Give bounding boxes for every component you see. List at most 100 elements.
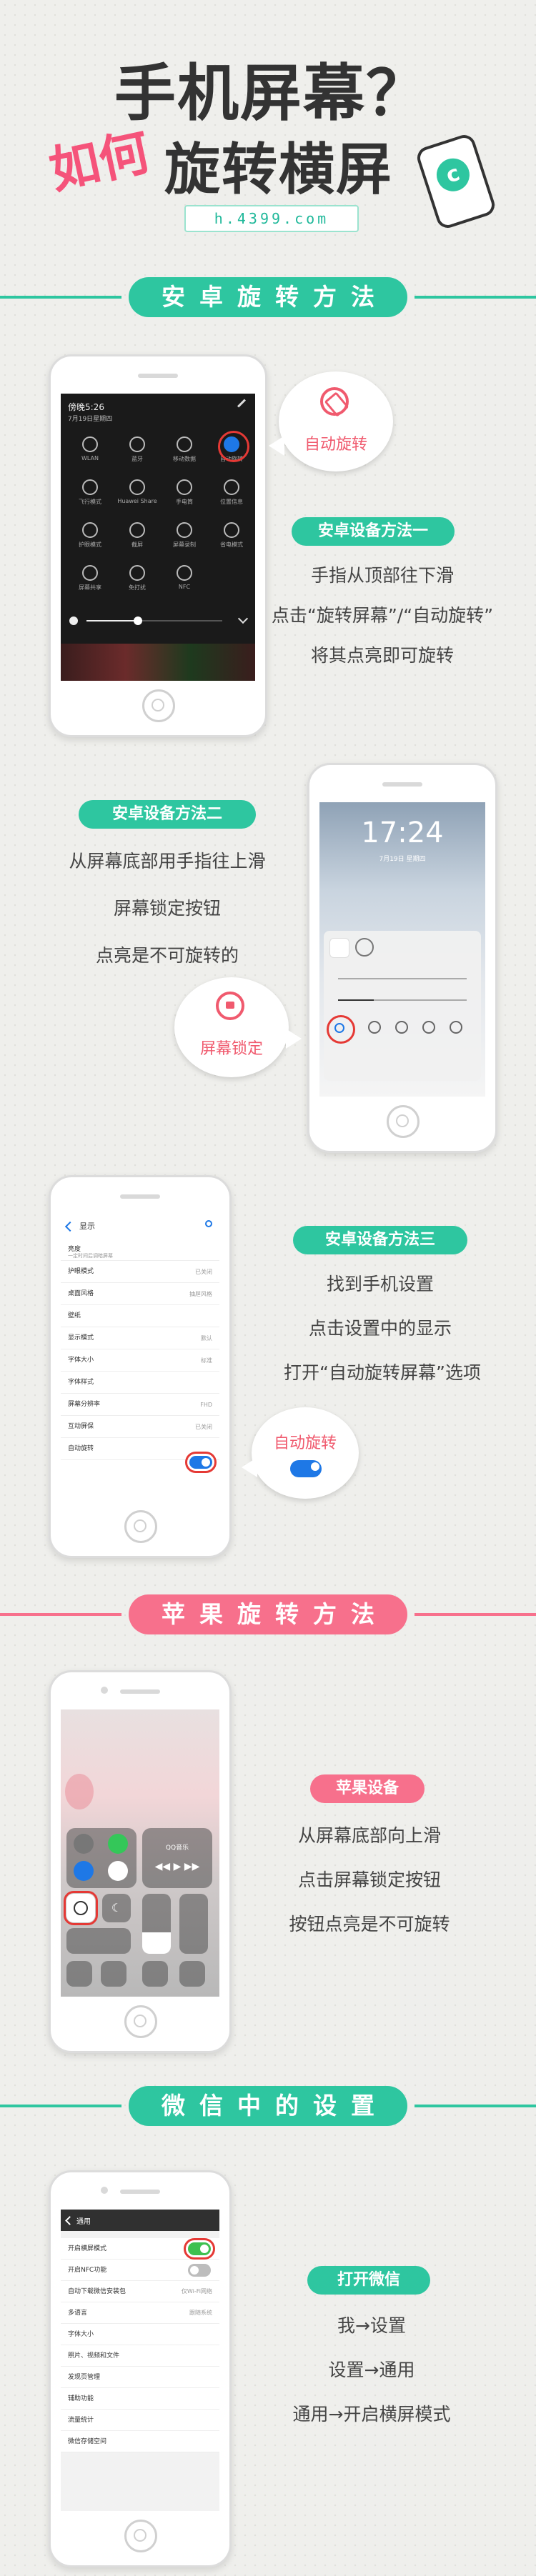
tile-icon [224, 522, 239, 538]
edit-icon[interactable] [237, 399, 247, 408]
tile-label: 蓝牙 [131, 456, 143, 462]
quick-tile[interactable]: 手电筒 [159, 479, 209, 506]
settings-row[interactable]: 自动下载微信安装包 仅Wi-Fi网络 [61, 2281, 219, 2302]
rotate-icon [320, 387, 349, 417]
back-arrow-icon[interactable] [65, 2216, 74, 2225]
tile-label: 位置信息 [220, 499, 243, 505]
airplane-icon[interactable] [74, 1834, 94, 1854]
quick-tile[interactable]: Huawei Share [112, 479, 162, 504]
screen-lock-button[interactable] [327, 1015, 355, 1044]
settings-row[interactable]: 辅助功能 [61, 2388, 219, 2410]
settings-row-label: 辅助功能 [68, 2395, 94, 2402]
auto-rotate-label: 自动旋转 [304, 436, 367, 454]
android1-label: 安卓设备方法一 [292, 517, 455, 546]
bluetooth-icon[interactable] [108, 1861, 128, 1881]
landscape-mode-toggle[interactable] [184, 2238, 215, 2260]
settings-icon[interactable] [355, 938, 374, 957]
bubble-tail [242, 1457, 257, 1477]
music-title: QQ音乐 [165, 1844, 189, 1852]
panel-tile-2[interactable] [368, 1021, 381, 1034]
settings-row[interactable]: 互动屏保 已关闭 [61, 1416, 219, 1438]
calculator-icon[interactable] [142, 1961, 168, 1987]
settings-row[interactable]: 字体大小 [61, 2324, 219, 2345]
panel-tile-4[interactable] [422, 1021, 435, 1034]
home-button[interactable] [124, 2005, 157, 2038]
settings-row[interactable]: 流量统计 [61, 2410, 219, 2431]
home-button[interactable] [387, 1105, 420, 1138]
settings-row-label: 字体大小 [68, 1357, 94, 1364]
quick-tile[interactable]: 移动数据 [159, 436, 209, 463]
section-line-right [415, 2105, 536, 2107]
wifi-icon[interactable] [74, 1861, 94, 1881]
timer-icon[interactable] [101, 1961, 126, 1987]
volume-slider[interactable] [179, 1894, 208, 1954]
back-arrow-icon[interactable] [64, 1221, 76, 1232]
quick-tile[interactable]: 飞行模式 [65, 479, 115, 506]
apple-step3: 按钮点亮是不可旋转 [289, 1914, 450, 1935]
bubble-tail [269, 436, 284, 456]
cellular-icon[interactable] [108, 1834, 128, 1854]
nfc-toggle[interactable] [188, 2264, 211, 2277]
quick-tile[interactable]: 护眼模式 [65, 522, 115, 549]
quick-tile[interactable]: 屏幕录制 [159, 522, 209, 549]
home-button[interactable] [124, 2520, 157, 2552]
settings-row[interactable]: 字体大小 标准 [61, 1349, 219, 1372]
screen-mirroring-button[interactable] [66, 1928, 131, 1954]
android3-auto-rotate-bubble: 自动旋转 [252, 1407, 359, 1499]
settings-row[interactable]: 照片、视频和文件 [61, 2345, 219, 2367]
home-button[interactable] [142, 689, 175, 722]
panel-slider[interactable] [338, 978, 467, 979]
panel-slider-2[interactable] [338, 999, 467, 1001]
wechat-label: 打开微信 [307, 2266, 430, 2295]
settings-row[interactable]: 屏幕分辨率 FHD [61, 1394, 219, 1416]
quick-tile[interactable]: 屏幕共享 [65, 565, 115, 591]
settings-row[interactable]: 发现页管理 [61, 2367, 219, 2388]
auto-rotate-toggle[interactable] [185, 1452, 217, 1473]
quick-tile[interactable]: WLAN [65, 436, 115, 461]
tile-label: Huawei Share [117, 498, 157, 504]
media-controls[interactable]: ◀◀ ▶ ▶▶ [142, 1861, 212, 1872]
quick-tile[interactable]: 位置信息 [207, 479, 255, 506]
tile-icon [82, 522, 98, 538]
settings-row[interactable]: 壁纸 [61, 1305, 219, 1327]
tile-label: 省电模式 [220, 541, 243, 548]
quick-tile[interactable]: 自动旋转 [207, 431, 255, 463]
settings-row[interactable]: 多语言 跟随系统 [61, 2302, 219, 2324]
quick-tile[interactable]: 免打扰 [112, 565, 162, 591]
quick-tile[interactable]: 截屏 [112, 522, 162, 549]
android2-phone: 17:24 7月19日 星期四 [307, 763, 497, 1153]
quick-tile[interactable]: NFC [159, 565, 209, 590]
title-line1: 手机屏幕？ [114, 58, 429, 129]
panel-tile-5[interactable] [450, 1021, 462, 1034]
panel-tile-3[interactable] [395, 1021, 408, 1034]
flashlight-icon[interactable] [66, 1961, 92, 1987]
search-icon[interactable] [205, 1220, 212, 1227]
settings-row-value: 仅Wi-Fi网络 [181, 2288, 212, 2295]
quick-tile[interactable]: 省电模式 [207, 522, 255, 549]
tile-icon [129, 522, 145, 538]
wechat-step2: 设置→通用 [328, 2360, 415, 2380]
tile-label: 免打扰 [129, 584, 146, 591]
brightness-slider[interactable] [142, 1894, 171, 1954]
tile-icon [82, 479, 98, 495]
settings-row[interactable]: 桌面风格 抽屉风格 [61, 1283, 219, 1305]
wallpaper-strip [61, 644, 255, 681]
settings-row[interactable]: 微信存储空间 [61, 2431, 219, 2452]
settings-row-label: 壁纸 [68, 1312, 81, 1319]
home-button[interactable] [124, 1510, 157, 1543]
rotation-lock-button[interactable] [64, 1891, 98, 1925]
settings-row[interactable]: 字体样式 [61, 1372, 219, 1394]
android1-auto-rotate-bubble: 自动旋转 [279, 371, 393, 471]
settings-row[interactable]: 护眼模式 已关闭 [61, 1261, 219, 1283]
settings-row[interactable]: 显示模式 默认 [61, 1327, 219, 1349]
lockscreen-date: 7月19日 星期四 [379, 856, 426, 863]
section-line-left [0, 2105, 121, 2107]
wechat-nav-bar: 通用 [61, 2210, 219, 2231]
camera-icon[interactable] [179, 1961, 205, 1987]
qq-icon[interactable] [329, 938, 349, 958]
brightness-slider[interactable] [86, 616, 222, 625]
settings-row[interactable]: 亮度 一定时间后调暗屏幕 [61, 1239, 219, 1261]
tile-icon [82, 565, 98, 581]
do-not-disturb-icon[interactable]: ☾ [102, 1894, 131, 1922]
quick-tile[interactable]: 蓝牙 [112, 436, 162, 463]
